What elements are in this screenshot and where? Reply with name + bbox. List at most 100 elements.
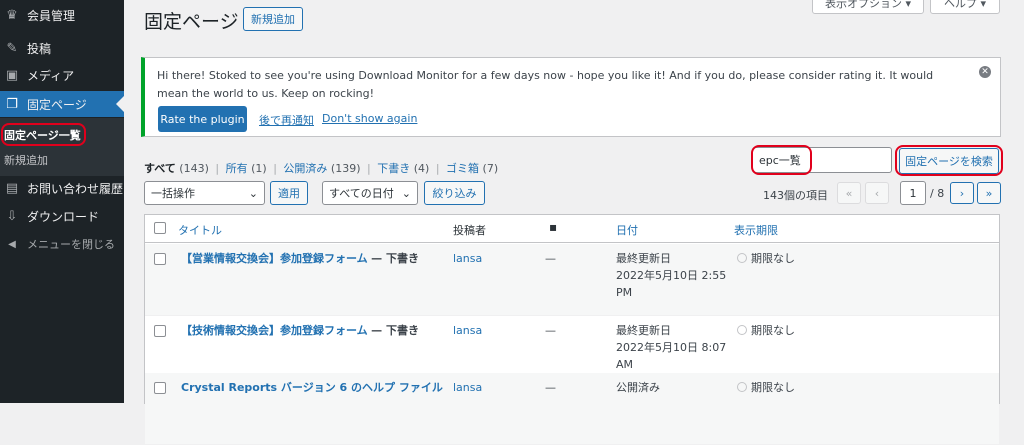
highlight-oval <box>895 145 1003 176</box>
current-page-input[interactable]: 1 <box>900 181 926 205</box>
sidebar-item-label: 固定ページ <box>27 97 87 112</box>
chevron-down-icon: ⌄ <box>401 186 411 200</box>
filter-published-count: (139) <box>330 162 361 175</box>
row-date-status: 公開済み <box>616 381 660 394</box>
row-checkbox[interactable] <box>154 253 166 265</box>
filter-mine-count: (1) <box>251 162 267 175</box>
items-count: 143個の項目 <box>763 189 828 202</box>
pin-icon: ✎ <box>6 40 18 56</box>
row-state: — 下書き <box>371 324 420 337</box>
bulk-action-select[interactable]: 一括操作 ⌄ <box>144 181 265 205</box>
sidebar-item-label: ダウンロード <box>27 209 100 224</box>
expiry-status-icon <box>737 382 747 392</box>
filter-separator: | <box>273 162 277 175</box>
collapse-icon: ◀ <box>8 238 16 250</box>
filter-mine[interactable]: 所有 <box>226 162 248 175</box>
row-expiry: 期限なし <box>751 324 795 337</box>
row-title-link[interactable]: 【営業情報交換会】参加登録フォーム <box>181 252 368 265</box>
groups-icon: ♛ <box>6 7 18 23</box>
status-filters: すべて (143) | 所有 (1) | 公開済み (139) | 下書き (4… <box>144 160 498 176</box>
sidebar-item-pages[interactable]: ❐ 固定ページ <box>0 91 124 117</box>
row-author-link[interactable]: lansa <box>453 324 482 337</box>
table-row: Crystal Reports バージョン 6 のヘルプ ファイル lansa … <box>145 373 999 445</box>
filter-all[interactable]: すべて <box>144 162 176 175</box>
sidebar-item-label: メニューを閉じる <box>27 238 115 251</box>
column-expiry[interactable]: 表示期限 <box>734 222 778 238</box>
highlight-oval <box>751 145 812 175</box>
prev-page-button[interactable]: ‹ <box>865 182 889 204</box>
dont-show-again-link[interactable]: Don't show again <box>322 112 417 125</box>
row-author-link[interactable]: lansa <box>453 381 482 394</box>
chevron-down-icon: ⌄ <box>248 186 258 200</box>
sidebar-item-label: 会員管理 <box>27 8 76 23</box>
filter-all-count: (143) <box>179 162 209 175</box>
main-content: 表示オプション ▾ ヘルプ ▾ 固定ページ 新規追加 Hi there! Sto… <box>124 0 1024 445</box>
page-icon: ❐ <box>6 96 18 112</box>
sidebar-item-label: お問い合わせ履歴 <box>27 181 124 196</box>
row-author-link[interactable]: lansa <box>453 252 482 265</box>
filter-drafts[interactable]: 下書き <box>377 162 410 175</box>
expiry-status-icon <box>737 253 747 263</box>
row-date-status: 最終更新日 <box>616 252 671 265</box>
sidebar-item-label: 投稿 <box>27 41 52 56</box>
date-filter-select[interactable]: すべての日付 ⌄ <box>322 181 418 205</box>
column-title[interactable]: タイトル <box>178 222 222 238</box>
apply-button[interactable]: 適用 <box>270 181 308 205</box>
submenu-item-add-new[interactable]: 新規追加 <box>4 152 48 168</box>
row-title-link[interactable]: Crystal Reports バージョン 6 のヘルプ ファイル <box>181 381 443 394</box>
table-icon: ▤ <box>5 180 19 196</box>
rate-plugin-button[interactable]: Rate the plugin <box>158 106 247 132</box>
highlight-oval <box>1 123 86 146</box>
row-checkbox[interactable] <box>154 382 166 394</box>
sidebar-item-posts[interactable]: ✎ 投稿 <box>0 35 124 61</box>
row-date-time: AM <box>616 358 634 371</box>
remind-later-link[interactable]: 後で再通知 <box>259 112 314 128</box>
filter-separator: | <box>215 162 220 175</box>
sidebar-item-downloads[interactable]: ⇩ ダウンロード <box>0 203 124 229</box>
row-date-time: PM <box>616 286 633 299</box>
first-page-button[interactable]: « <box>837 182 861 204</box>
column-date[interactable]: 日付 <box>616 222 638 238</box>
filter-trash-count: (7) <box>482 162 499 175</box>
download-icon: ⇩ <box>6 208 18 224</box>
notice-message: Hi there! Stoked to see you're using Dow… <box>157 69 934 100</box>
download-monitor-notice: Hi there! Stoked to see you're using Dow… <box>141 57 1001 137</box>
select-all-checkbox[interactable] <box>154 222 166 234</box>
media-icon: ▣ <box>5 67 19 83</box>
sidebar-item-inquiries[interactable]: ▤ お問い合わせ履歴 <box>0 175 124 201</box>
row-expiry: 期限なし <box>751 252 795 265</box>
filter-published[interactable]: 公開済み <box>283 162 327 175</box>
row-state: — 下書き <box>371 252 420 265</box>
help-button[interactable]: ヘルプ ▾ <box>930 0 1000 14</box>
row-date-status: 最終更新日 <box>616 324 671 337</box>
row-comments: — <box>545 381 556 394</box>
row-comments: — <box>545 252 556 265</box>
row-date: 2022年5月10日 2:55 <box>616 269 727 282</box>
add-new-page-button[interactable]: 新規追加 <box>243 7 303 31</box>
page-title: 固定ページ <box>144 11 239 33</box>
filter-separator: | <box>367 162 371 175</box>
total-pages: / 8 <box>930 187 945 200</box>
next-page-button[interactable]: › <box>950 182 974 204</box>
table-header: タイトル 投稿者 ▪ 日付 表示期限 <box>145 215 999 243</box>
last-page-button[interactable]: » <box>977 182 1001 204</box>
row-checkbox[interactable] <box>154 325 166 337</box>
expiry-status-icon <box>737 325 747 335</box>
column-author: 投稿者 <box>453 224 486 237</box>
filter-trash[interactable]: ゴミ箱 <box>446 162 479 175</box>
row-date: 2022年5月10日 8:07 <box>616 341 727 354</box>
row-comments: — <box>545 324 556 337</box>
date-filter-value: すべての日付 <box>329 187 394 200</box>
sidebar-item-media[interactable]: ▣ メディア <box>0 62 124 88</box>
admin-sidebar: ♛ 会員管理 ✎ 投稿 ▣ メディア ❐ 固定ページ 固定ページ一覧 新規追加 … <box>0 0 124 403</box>
comment-icon: ▪ <box>549 220 558 234</box>
dismiss-notice-icon[interactable]: ✕ <box>979 66 991 78</box>
collapse-menu-button[interactable]: ◀ メニューを閉じる <box>0 231 124 257</box>
row-title-link[interactable]: 【技術情報交換会】参加登録フォーム <box>181 324 368 337</box>
row-expiry: 期限なし <box>751 381 795 394</box>
sidebar-item-members[interactable]: ♛ 会員管理 <box>0 2 124 28</box>
pages-table: タイトル 投稿者 ▪ 日付 表示期限 【営業情報交換会】参加登録フォーム — 下… <box>144 214 1000 445</box>
screen-options-button[interactable]: 表示オプション ▾ <box>812 0 924 14</box>
filter-button[interactable]: 絞り込み <box>424 181 485 205</box>
filter-drafts-count: (4) <box>413 162 430 175</box>
